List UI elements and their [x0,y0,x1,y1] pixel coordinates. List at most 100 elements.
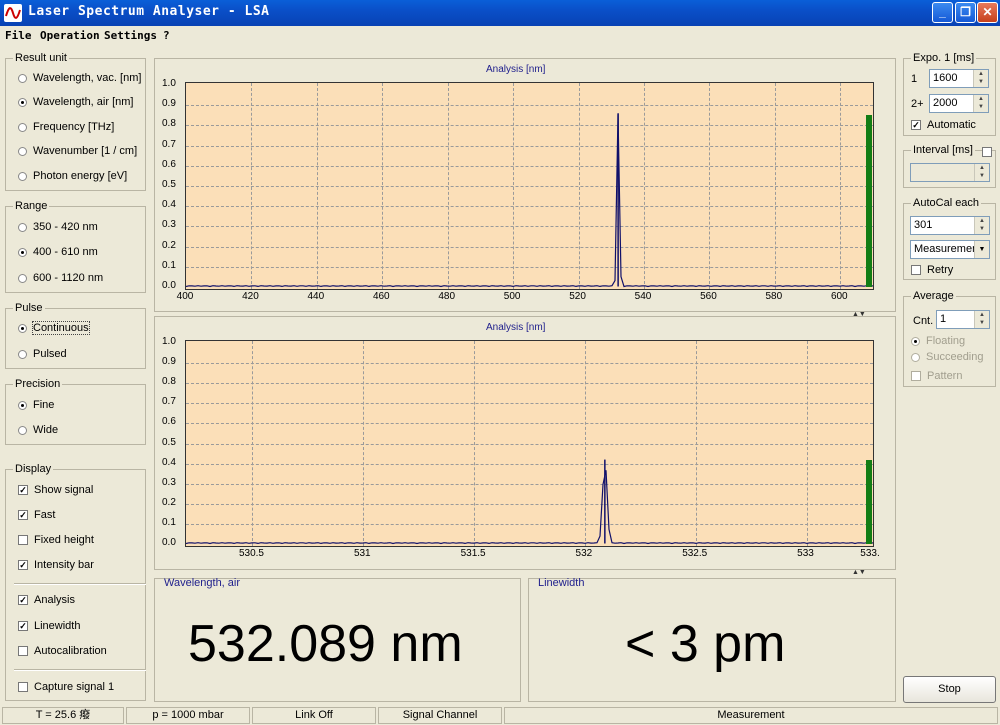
cnt-label: Cnt. [913,315,934,327]
spin-up-icon[interactable]: ▲ [974,95,988,103]
spin-down-icon[interactable]: ▼ [975,319,989,327]
average-count-stepper[interactable]: 1 ▲ ▼ [936,310,990,329]
y-tick-label: 0.8 [162,376,176,388]
spin-down-icon[interactable]: ▼ [974,103,988,111]
x-tick-label: 560 [700,291,717,302]
interval-group: Interval [ms] ▲ ▼ [903,144,996,188]
precision-group: Precision Fine Wide [5,378,146,445]
interval-enable-checkbox[interactable] [982,147,992,157]
precision-option-0[interactable]: Fine [18,398,54,412]
retry-checkbox[interactable]: Retry [911,263,953,277]
title-bar: Laser Spectrum Analyser - LSA _ ❐ ✕ [0,0,1000,26]
result-unit-option-1[interactable]: Wavelength, air [nm] [18,95,133,109]
spin-up-icon[interactable]: ▲ [975,217,989,225]
display-option-2[interactable]: Fixed height [18,533,94,547]
spin-up-icon[interactable]: ▲ [974,70,988,78]
average-group: Average Cnt. 1 ▲ ▼ Floating Succeeding Pa… [903,290,996,387]
spin-down-icon[interactable]: ▼ [974,78,988,86]
pulse-group: Pulse Continuous Pulsed [5,302,146,369]
menu-help[interactable]: ? [163,29,170,42]
menu-operation[interactable]: Operation [40,29,100,42]
linewidth-readout-value: < 3 pm [625,615,786,673]
range-option-1[interactable]: 400 - 610 nm [18,245,98,259]
radio-icon [18,349,27,359]
interval-stepper[interactable]: ▲ ▼ [910,163,990,182]
y-tick-label: 0.7 [162,396,176,408]
y-tick-label: 0.0 [162,537,176,548]
y-tick-label: 0.0 [162,280,176,291]
average-floating-radio[interactable]: Floating [911,334,965,348]
zoom-plot-area[interactable] [185,340,874,547]
signal-line [186,114,873,288]
checkbox-icon [911,371,921,381]
spin-up-icon[interactable]: ▲ [975,164,989,172]
menu-bar: File Operation Settings ? [0,26,1000,44]
range-option-2[interactable]: 600 - 1120 nm [18,271,103,285]
minimize-icon: _ [939,5,946,19]
x-tick-label: 533. [860,548,880,559]
signal-trace [186,113,873,288]
average-succeeding-radio[interactable]: Succeeding [911,350,984,364]
close-button[interactable]: ✕ [977,2,998,23]
spin-down-icon[interactable]: ▼ [975,172,989,180]
x-tick-label: 532.5 [682,548,708,559]
automatic-checkbox[interactable]: ✓ Automatic [911,118,976,132]
display-option-3[interactable]: ✓ Intensity bar [18,558,94,572]
splitter-arrows-icon[interactable]: ▲▼ [852,569,866,576]
x-tick-label: 533 [797,548,814,559]
display-option-7[interactable]: Capture signal 1 [18,680,114,694]
x-tick-label: 531 [353,548,371,559]
radio-icon [911,352,920,362]
radio-icon [18,323,27,333]
display-option-6[interactable]: Autocalibration [18,644,107,658]
overview-plot-title: Analysis [nm] [486,64,546,75]
radio-icon [18,425,27,435]
y-tick-label: 0.8 [162,118,176,130]
autocal-title: AutoCal each [911,197,982,209]
window-title: Laser Spectrum Analyser - LSA [28,4,270,19]
checkbox-icon [18,535,28,545]
signal-trace [186,459,873,545]
result-unit-option-0[interactable]: Wavelength, vac. [nm] [18,71,141,85]
menu-settings[interactable]: Settings [104,29,157,42]
spin-down-icon[interactable]: ▼ [975,225,989,233]
minimize-button[interactable]: _ [932,2,953,23]
display-option-4[interactable]: ✓ Analysis [18,593,75,607]
x-tick-label: 600 [830,291,848,302]
expo2-stepper[interactable]: 2000 ▲ ▼ [929,94,989,113]
overview-plot-area[interactable] [185,82,874,290]
menu-file[interactable]: File [5,29,32,42]
pulse-option-1[interactable]: Pulsed [18,347,67,361]
pulse-option-0[interactable]: Continuous [18,321,90,335]
result-unit-option-4[interactable]: Photon energy [eV] [18,169,127,183]
expo-label-1: 1 [911,73,918,85]
precision-option-1[interactable]: Wide [18,423,58,437]
autocal-stepper[interactable]: 301 ▲ ▼ [910,216,990,235]
x-tick-label: 460 [372,291,390,302]
average-pattern-checkbox[interactable]: Pattern [911,369,962,383]
radio-icon [18,222,27,232]
range-option-0[interactable]: 350 - 420 nm [18,220,98,234]
range-title: Range [13,200,50,212]
radio-icon [18,247,27,257]
autocal-mode-select[interactable]: Measuremen ▼ [910,240,990,259]
checkbox-icon: ✓ [18,595,28,605]
result-unit-option-3[interactable]: Wavenumber [1 / cm] [18,144,137,158]
spin-up-icon[interactable]: ▲ [975,311,989,319]
radio-icon [18,97,27,107]
radio-icon [18,273,27,283]
x-tick-label: 520 [569,291,586,302]
expo1-stepper[interactable]: 1600 ▲ ▼ [929,69,989,88]
result-unit-title: Result unit [13,52,69,64]
restore-button[interactable]: ❐ [955,2,976,23]
y-tick-label: 0.6 [162,158,176,170]
stop-button[interactable]: Stop [903,676,996,703]
display-option-1[interactable]: ✓ Fast [18,508,55,522]
display-option-5[interactable]: ✓ Linewidth [18,619,80,633]
result-unit-option-2[interactable]: Frequency [THz] [18,120,114,134]
interval-title: Interval [ms] [911,144,975,156]
chevron-down-icon: ▼ [974,241,989,258]
display-option-0[interactable]: ✓ Show signal [18,483,93,497]
radio-icon [18,146,27,156]
wavelength-readout-value: 532.089 nm [188,615,463,673]
